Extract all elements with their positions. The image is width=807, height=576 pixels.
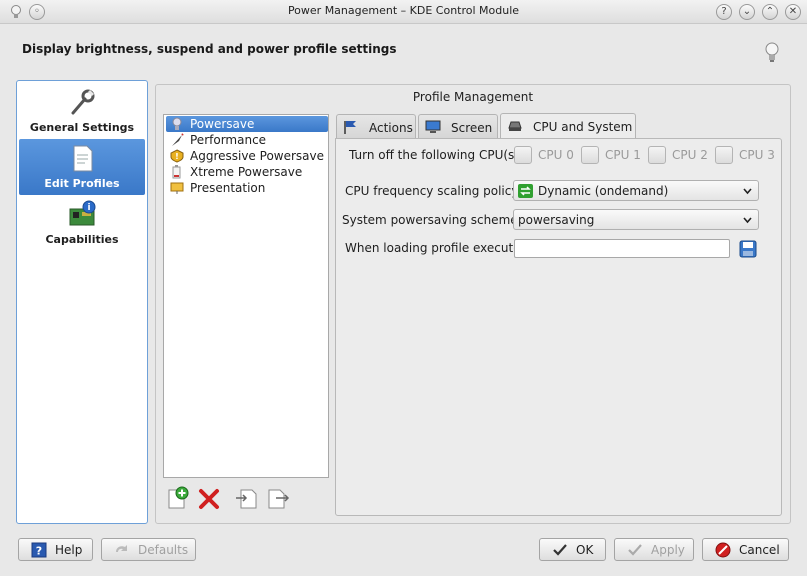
- cpu-frequency-label: CPU frequency scaling policy:: [345, 184, 522, 198]
- ok-button[interactable]: OK: [539, 538, 606, 561]
- new-profile-icon[interactable]: [166, 486, 190, 510]
- close-icon[interactable]: ✕: [785, 4, 801, 20]
- defaults-icon: [116, 545, 127, 552]
- cpu-3-checkbox[interactable]: [715, 146, 733, 164]
- help-icon: ?: [31, 542, 47, 558]
- xtreme-icon: [172, 165, 181, 179]
- sidebar-item-general-settings[interactable]: General Settings: [19, 83, 145, 139]
- svg-text:i: i: [87, 203, 90, 213]
- document-icon: [73, 145, 93, 172]
- sidebar-item-label: Edit Profiles: [44, 177, 120, 190]
- minimize-icon[interactable]: ⌄: [739, 4, 755, 20]
- defaults-button[interactable]: Defaults: [101, 538, 196, 561]
- window-title: Power Management – KDE Control Module: [287, 4, 520, 17]
- export-profile-icon[interactable]: [266, 486, 290, 510]
- powersave-icon: [172, 117, 182, 130]
- sidebar-item-label: General Settings: [29, 121, 135, 134]
- tab-actions[interactable]: Actions: [336, 114, 416, 138]
- dynamic-policy-icon: [518, 184, 533, 198]
- execute-command-input[interactable]: [514, 239, 730, 258]
- apply-button[interactable]: Apply: [614, 538, 694, 561]
- profile-list[interactable]: Powersave Performance ! Aggressive Power…: [163, 114, 329, 478]
- monitor-icon: [425, 120, 441, 133]
- aggressive-icon: !: [170, 149, 184, 163]
- sidebar-item-label: Capabilities: [45, 233, 119, 246]
- checkmark-icon: [553, 544, 567, 556]
- help-button[interactable]: ? Help: [18, 538, 93, 561]
- hardware-icon: i: [69, 200, 96, 226]
- help-titlebar-icon[interactable]: ?: [716, 4, 732, 20]
- execute-command-label: When loading profile execute:: [345, 241, 525, 255]
- cpu-2-checkbox[interactable]: [648, 146, 666, 164]
- list-item-aggressive-powersave[interactable]: ! Aggressive Powersave: [166, 148, 328, 164]
- svg-text:?: ?: [36, 545, 42, 558]
- cpu-0-label: CPU 0: [538, 148, 574, 162]
- cpu-3-label: CPU 3: [739, 148, 775, 162]
- profile-management-title: Profile Management: [412, 90, 534, 104]
- import-profile-icon[interactable]: [235, 486, 259, 510]
- cancel-button[interactable]: Cancel: [702, 538, 789, 561]
- cpu-frequency-select[interactable]: Dynamic (ondemand): [513, 180, 759, 201]
- window-titlebar: ◦ Power Management – KDE Control Module …: [0, 0, 807, 24]
- lightbulb-icon: [765, 42, 779, 62]
- chip-icon: [508, 121, 522, 131]
- powersaving-scheme-label: System powersaving scheme:: [342, 213, 522, 227]
- performance-icon: [172, 133, 184, 146]
- cancel-icon: [715, 542, 731, 558]
- wrench-icon: [71, 89, 95, 115]
- presentation-icon: [170, 182, 184, 194]
- maximize-icon[interactable]: ⌃: [762, 4, 778, 20]
- sidebar-item-capabilities[interactable]: i Capabilities: [19, 195, 145, 251]
- checkmark-icon: [628, 544, 642, 556]
- tab-cpu-and-system[interactable]: CPU and System: [500, 113, 636, 139]
- powersaving-scheme-select[interactable]: powersaving: [513, 209, 759, 230]
- flag-icon: [344, 121, 356, 134]
- save-icon[interactable]: [739, 240, 757, 258]
- chevron-down-icon: [743, 188, 752, 195]
- cpu-1-checkbox[interactable]: [581, 146, 599, 164]
- list-item-powersave[interactable]: Powersave: [166, 116, 328, 132]
- cpu-1-label: CPU 1: [605, 148, 641, 162]
- sidebar-item-edit-profiles[interactable]: Edit Profiles: [19, 139, 145, 195]
- tab-screen[interactable]: Screen: [418, 114, 498, 138]
- cpu-0-checkbox[interactable]: [514, 146, 532, 164]
- delete-profile-icon[interactable]: [197, 486, 221, 510]
- page-description: Display brightness, suspend and power pr…: [22, 42, 397, 56]
- svg-text:!: !: [175, 152, 179, 161]
- list-item-performance[interactable]: Performance: [166, 132, 328, 148]
- turn-off-cpus-label: Turn off the following CPU(s): [349, 148, 519, 162]
- chevron-down-icon: [743, 217, 752, 224]
- list-item-presentation[interactable]: Presentation: [166, 180, 328, 196]
- list-item-xtreme-powersave[interactable]: Xtreme Powersave: [166, 164, 328, 180]
- cpu-2-label: CPU 2: [672, 148, 708, 162]
- sidebar: General Settings Edit Profiles i Capabil…: [16, 80, 148, 524]
